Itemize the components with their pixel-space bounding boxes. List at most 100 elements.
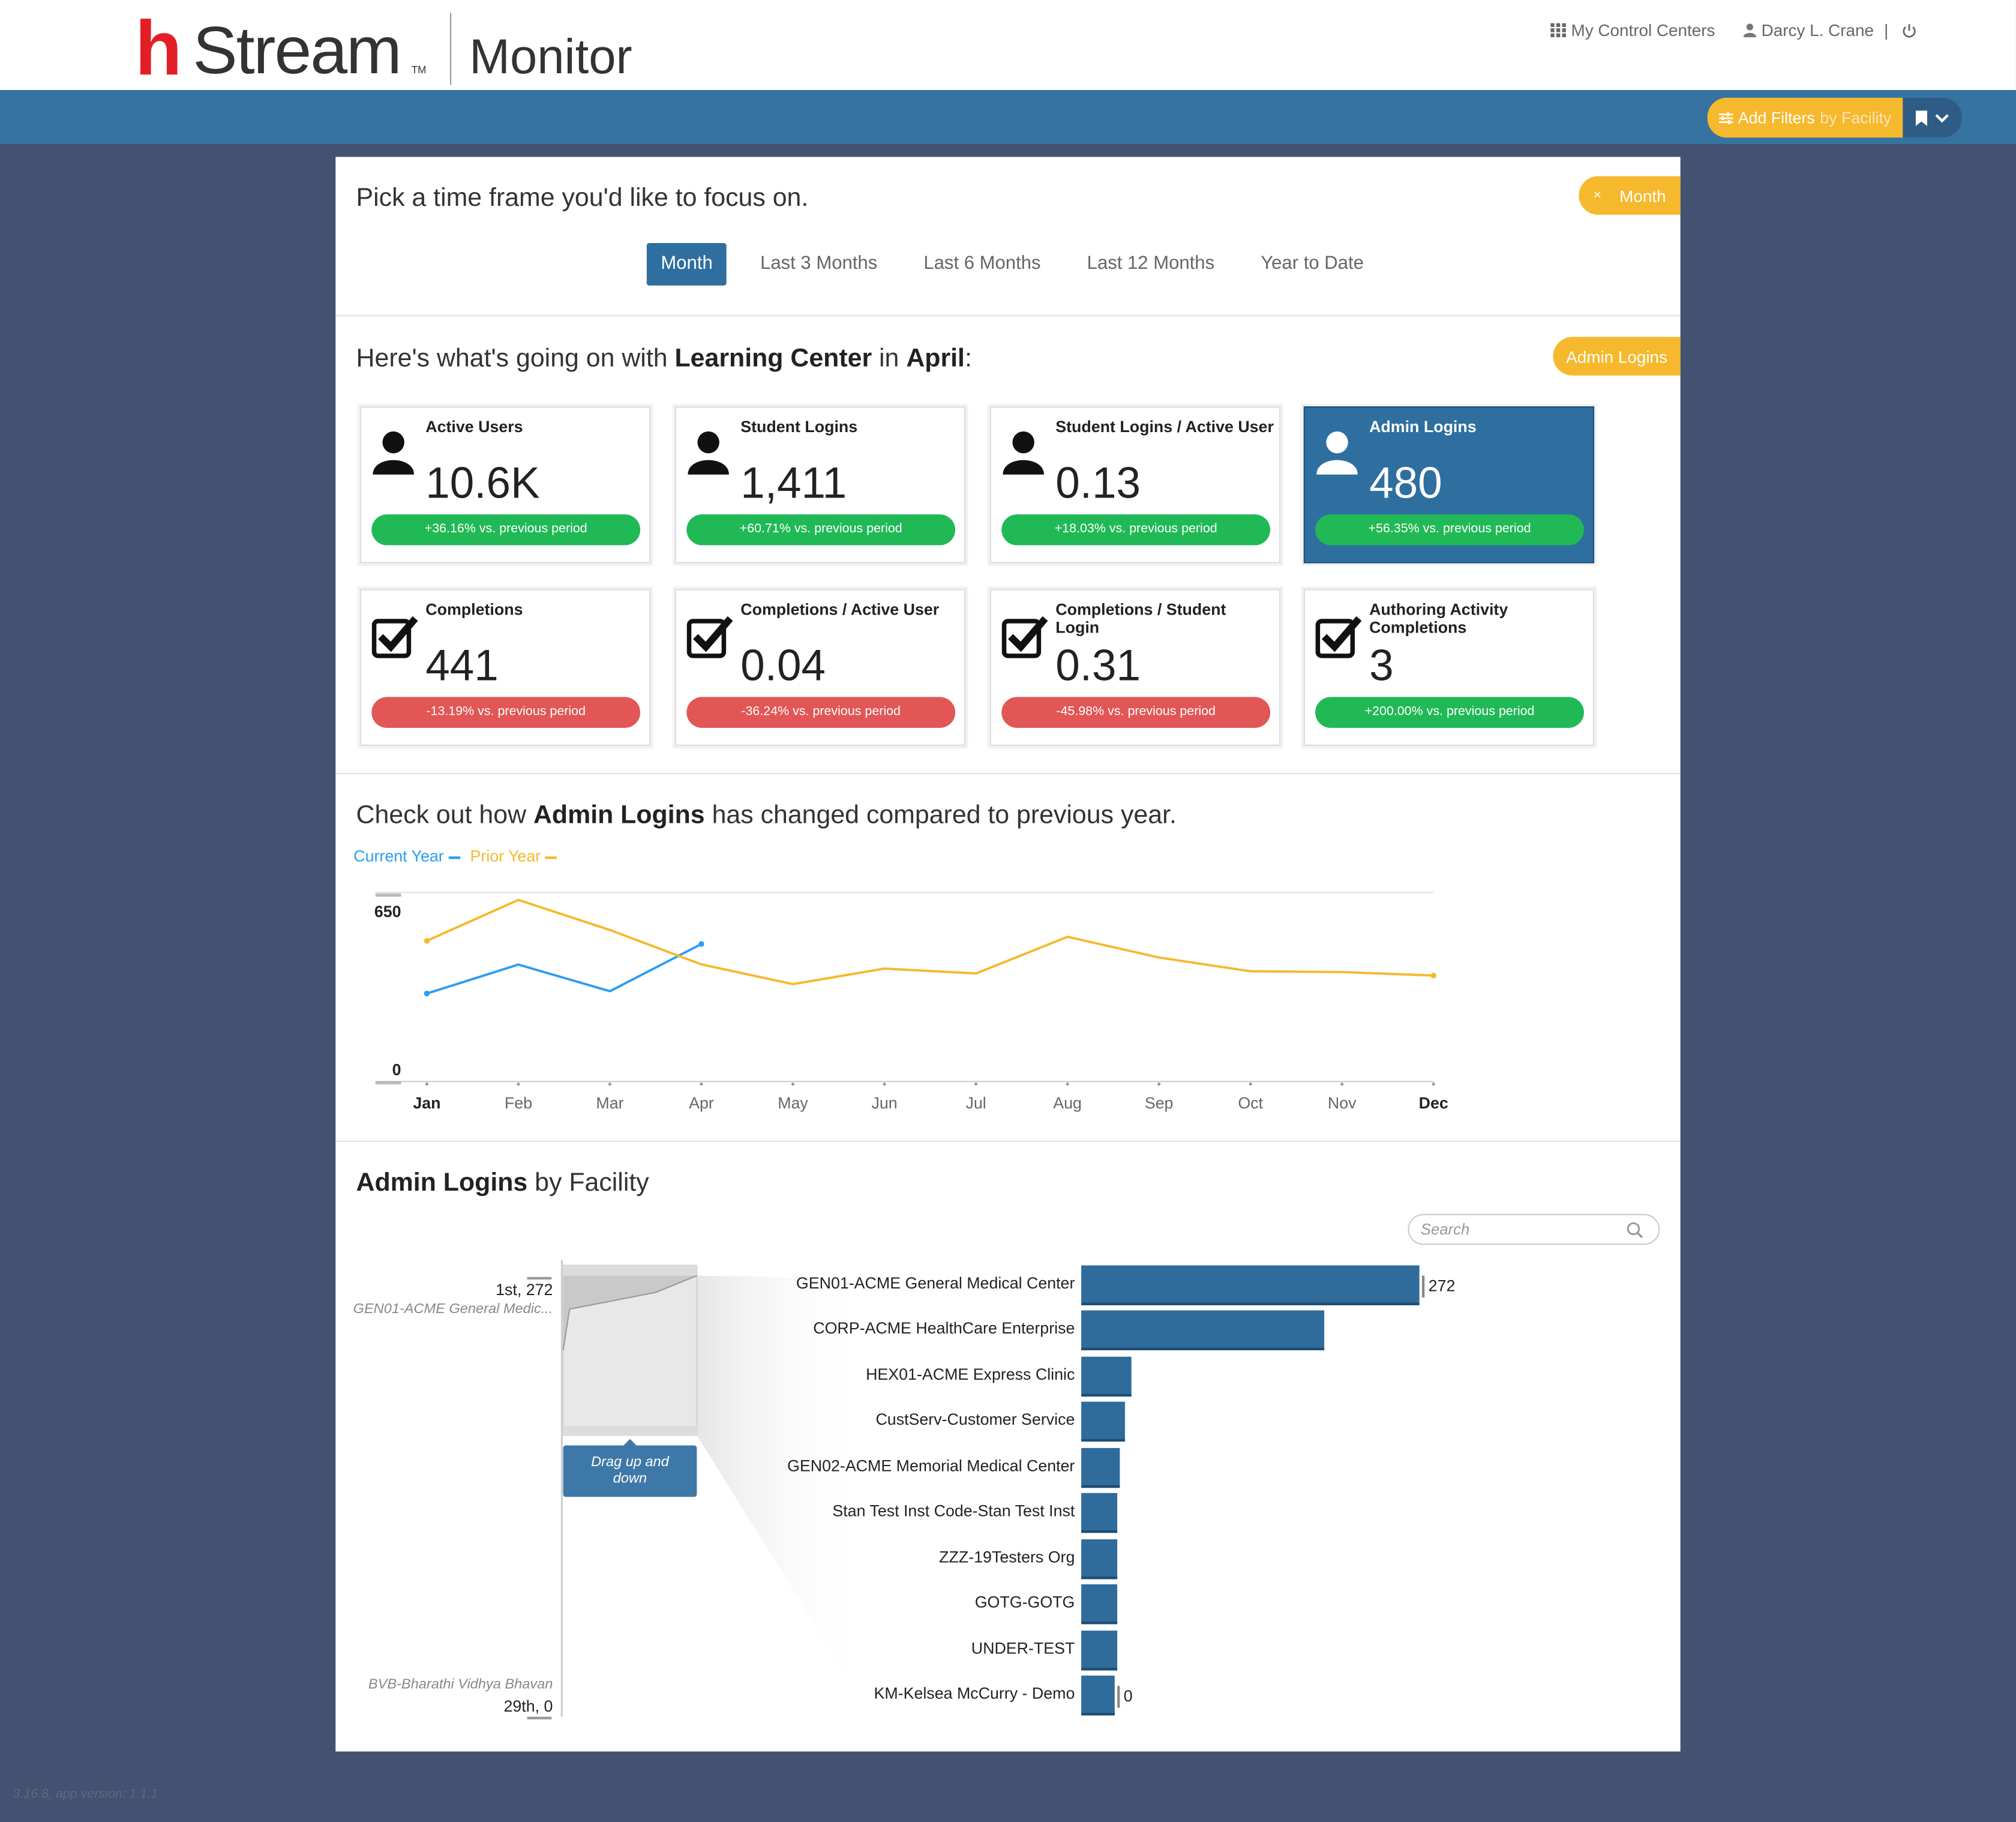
facility-bar[interactable] <box>1081 1265 1420 1305</box>
kpi-card[interactable]: Student Logins 1,411 +60.71% vs. previous … <box>674 406 966 564</box>
prior-year-line <box>426 898 1434 985</box>
x-tick-label: Mar <box>596 1094 623 1112</box>
kpi-change-badge: +36.16% vs. previous period <box>371 514 641 546</box>
x-tick-mark <box>1340 1082 1344 1086</box>
kpi-change-badge: +200.00% vs. previous period <box>1315 697 1584 728</box>
x-tick-label: Apr <box>689 1094 714 1112</box>
timeframe-tabs: Month Last 3 Months Last 6 Months Last 1… <box>646 242 1387 286</box>
facility-bar[interactable] <box>1081 1448 1120 1488</box>
add-filters-button[interactable]: Add Filters by Facility <box>1707 97 1903 138</box>
user-separator: | <box>1884 20 1889 40</box>
bottom-facility-name: BVB-Bharathi Vidhya Bhavan <box>368 1677 553 1692</box>
facility-bar[interactable] <box>1081 1402 1125 1442</box>
trend-metric: Admin Logins <box>533 801 705 830</box>
y-tick-label: 0 <box>392 1060 401 1078</box>
trend-prefix: Check out how <box>356 801 527 830</box>
summary-prefix: Here's what's going on with <box>356 344 668 373</box>
x-tick-mark <box>608 1082 612 1086</box>
facility-bar[interactable] <box>1081 1630 1118 1670</box>
tooltip-arrow <box>623 1439 637 1446</box>
legend-prior-year-label: Prior Year <box>470 847 541 866</box>
kpi-value: 0.13 <box>1055 459 1141 508</box>
data-point[interactable] <box>424 990 430 997</box>
x-tick-label: Feb <box>505 1094 532 1112</box>
data-point[interactable] <box>424 938 430 944</box>
brand-logo-h: h <box>134 5 182 92</box>
kpi-title: Completions <box>425 600 523 619</box>
search-icon[interactable] <box>1627 1222 1643 1239</box>
trend-suffix: has changed compared to previous year. <box>712 801 1177 830</box>
checkbox-icon <box>371 616 418 658</box>
facility-label: GOTG-GOTG <box>974 1593 1075 1612</box>
summary-heading: Here's what's going on with Learning Cen… <box>356 344 972 374</box>
facility-suffix: by Facility <box>535 1168 649 1197</box>
rank-marker <box>527 1716 552 1719</box>
tab-last-6-months[interactable]: Last 6 Months <box>901 243 1064 286</box>
bookmark-dropdown-button[interactable] <box>1903 97 1962 138</box>
facility-label: KM-Kelsea McCurry - Demo <box>874 1685 1075 1703</box>
kpi-card[interactable]: Student Logins / Active User 0.13 +18.03% … <box>989 406 1281 564</box>
facility-bar[interactable] <box>1081 1356 1131 1397</box>
kpi-change-badge: -36.24% vs. previous period <box>686 697 956 728</box>
metric-filter-chip[interactable]: Admin Logins <box>1553 337 1681 376</box>
data-point[interactable] <box>698 941 704 947</box>
kpi-value: 480 <box>1369 459 1442 508</box>
x-tick-label: May <box>778 1094 808 1112</box>
x-tick-label: Nov <box>1328 1094 1357 1112</box>
kpi-value: 0.04 <box>740 642 826 691</box>
kpi-card[interactable]: Completions / Active User 0.04 -36.24% vs.… <box>674 589 966 746</box>
x-tick-label: Sep <box>1145 1094 1174 1112</box>
tab-last-3-months[interactable]: Last 3 Months <box>737 243 900 286</box>
facility-label: GEN02-ACME Memorial Medical Center <box>787 1457 1075 1475</box>
facility-label: CORP-ACME HealthCare Enterprise <box>813 1320 1075 1338</box>
x-tick-mark <box>700 1082 703 1086</box>
facility-bar[interactable] <box>1081 1584 1118 1625</box>
tab-last-12-months[interactable]: Last 12 Months <box>1064 243 1238 286</box>
month-chip-label: Month <box>1619 185 1666 205</box>
user-icon <box>1003 431 1044 475</box>
tab-month[interactable]: Month <box>646 242 727 286</box>
facility-bar[interactable] <box>1081 1676 1115 1716</box>
kpi-card[interactable]: Admin Logins 480 +56.35% vs. previous peri… <box>1303 406 1595 564</box>
my-control-centers-link[interactable]: My Control Centers <box>1550 20 1715 40</box>
kpi-change-badge: +56.35% vs. previous period <box>1315 514 1584 546</box>
kpi-card[interactable]: Completions / Student Login 0.31 -45.98% v… <box>989 589 1281 746</box>
power-icon[interactable] <box>1901 22 1917 38</box>
kpi-title: Completions / Student Login <box>1055 600 1226 637</box>
facility-bar[interactable] <box>1081 1311 1324 1351</box>
summary-center: Learning Center <box>674 344 872 373</box>
facility-heading: Admin Logins by Facility <box>356 1169 649 1198</box>
facility-label: ZZZ-19Testers Org <box>939 1548 1075 1566</box>
divider <box>335 772 1681 774</box>
kpi-card[interactable]: Completions 441 -13.19% vs. previous perio… <box>359 589 651 746</box>
timeframe-prompt: Pick a time frame you'd like to focus on… <box>356 184 809 212</box>
kpi-change-badge: -45.98% vs. previous period <box>1001 697 1271 728</box>
facility-search-input[interactable]: Search <box>1408 1213 1660 1245</box>
sliders-icon <box>1718 112 1733 124</box>
facility-bar[interactable] <box>1081 1539 1118 1579</box>
control-centers-label: My Control Centers <box>1571 20 1715 40</box>
close-icon[interactable]: × <box>1593 188 1601 203</box>
user-menu[interactable]: Darcy L. Crane | <box>1743 20 1917 40</box>
version-label: 3.16.8, app version: 1.1.1 <box>13 1787 158 1802</box>
kpi-value: 1,411 <box>740 459 847 508</box>
top-facility-name: GEN01-ACME General Medic... <box>353 1301 553 1317</box>
checkbox-icon <box>1001 616 1048 658</box>
kpi-card[interactable]: Active Users 10.6K +36.16% vs. previous pe… <box>359 406 651 564</box>
trend-heading: Check out how Admin Logins has changed c… <box>356 801 1177 831</box>
legend-prior-year[interactable]: Prior Year <box>470 847 557 865</box>
divider <box>335 1140 1681 1142</box>
legend-current-year[interactable]: Current Year <box>353 847 460 865</box>
kpi-card[interactable]: Authoring Activity Completions 3 +200.00% … <box>1303 589 1595 746</box>
tab-year-to-date[interactable]: Year to Date <box>1238 243 1387 286</box>
summary-month: April <box>906 344 965 373</box>
facility-bar[interactable] <box>1081 1493 1118 1533</box>
metric-chip-label: Admin Logins <box>1566 346 1667 366</box>
data-point[interactable] <box>1430 972 1436 979</box>
month-filter-chip[interactable]: × Month <box>1579 176 1681 215</box>
legend-current-year-label: Current Year <box>353 847 444 866</box>
add-filters-by-label: by Facility <box>1820 109 1892 127</box>
x-tick-mark <box>974 1082 978 1086</box>
x-tick-mark <box>425 1082 428 1086</box>
kpi-change-badge: +60.71% vs. previous period <box>686 514 956 546</box>
